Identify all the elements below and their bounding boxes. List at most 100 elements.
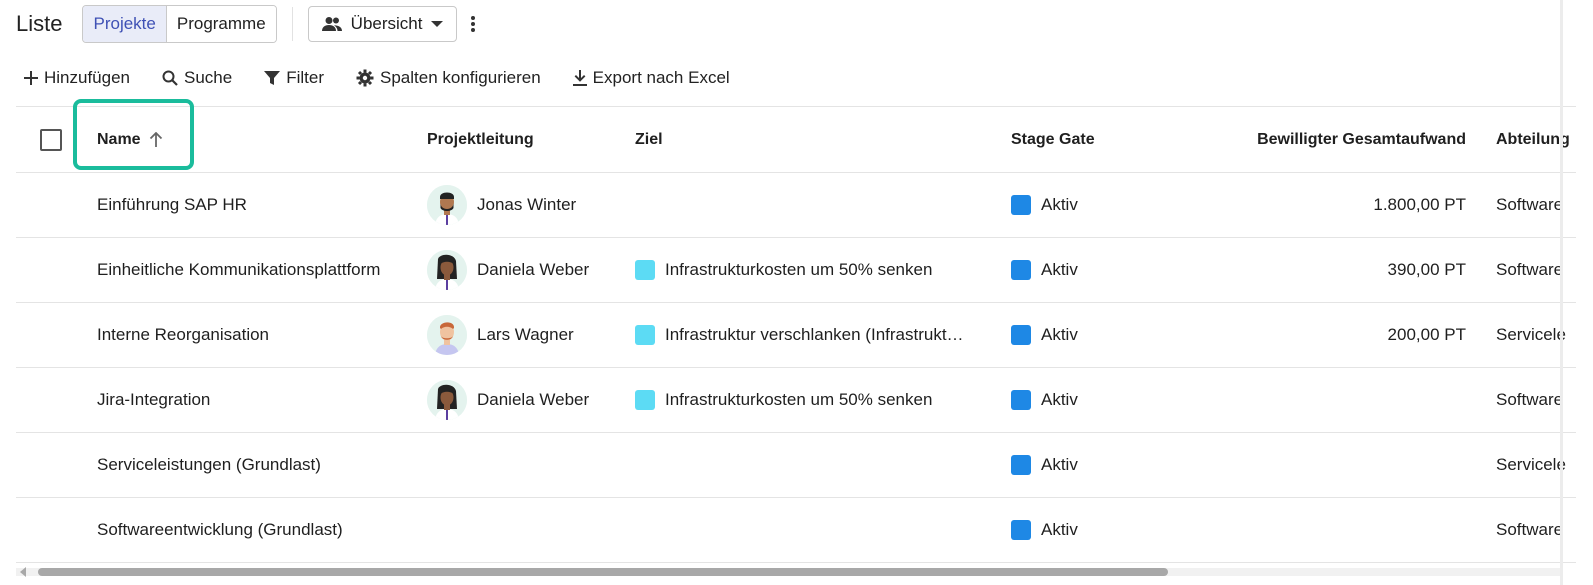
- cell-effort: [1216, 433, 1466, 497]
- page-title: Liste: [16, 10, 63, 36]
- cell-dept: Software: [1496, 260, 1564, 279]
- stage-status-swatch: [1011, 520, 1031, 540]
- cell-effort: 200,00 PT: [1387, 325, 1466, 344]
- view-select-label: Übersicht: [350, 13, 423, 33]
- cell-name[interactable]: Jira-Integration: [97, 368, 417, 432]
- more-vert-icon[interactable]: [469, 15, 477, 33]
- toggle-projects[interactable]: Projekte: [83, 5, 167, 42]
- cell-lead: [427, 498, 627, 562]
- cell-goal: [635, 433, 980, 497]
- avatar: [427, 380, 467, 420]
- cell-name[interactable]: Serviceleistungen (Grundlast): [97, 433, 417, 497]
- stage-status-swatch: [1011, 455, 1031, 475]
- cell-goal-text: Infrastrukturkosten um 50% senken: [665, 390, 933, 409]
- cell-effort: 390,00 PT: [1387, 260, 1466, 279]
- cell-dept: Software: [1496, 195, 1564, 214]
- cell-stage-text: Aktiv: [1041, 390, 1078, 409]
- cell-stage: Aktiv: [1011, 303, 1201, 367]
- table-row[interactable]: Einführung SAP HR Jonas Winter Aktiv 1.800,…: [16, 173, 1576, 238]
- cell-name[interactable]: Einheitliche Kommunikationsplattform: [97, 238, 417, 302]
- table-row[interactable]: Interne Reorganisation Lars Wagner Infrast…: [16, 303, 1576, 368]
- cell-lead-name: Jonas Winter: [477, 195, 577, 214]
- cell-stage-text: Aktiv: [1041, 520, 1078, 539]
- cell-name[interactable]: Softwareentwicklung (Grundlast): [97, 498, 417, 562]
- cell-stage: Aktiv: [1011, 173, 1201, 237]
- cell-stage-text: Aktiv: [1041, 260, 1078, 279]
- select-all-checkbox[interactable]: [40, 128, 62, 151]
- cell-lead: Daniela Weber: [427, 368, 627, 432]
- toolbar: Hinzufügen Suche Filter Spalten konfigur…: [24, 62, 762, 94]
- column-header-dept[interactable]: Abteilung: [1496, 107, 1576, 172]
- divider: [291, 6, 293, 41]
- cell-lead: Daniela Weber: [427, 238, 627, 302]
- scroll-left-icon[interactable]: [20, 567, 26, 577]
- chevron-down-icon: [430, 20, 444, 28]
- cell-effort: 1.800,00 PT: [1373, 195, 1466, 214]
- cell-dept: Software: [1496, 390, 1564, 409]
- cell-dept: Software: [1496, 520, 1564, 539]
- table-body: Einführung SAP HR Jonas Winter Aktiv 1.800,…: [16, 173, 1576, 563]
- plus-icon: [24, 71, 38, 85]
- table-header: Name Projektleitung Ziel Stage Gate Bewi…: [16, 106, 1576, 173]
- add-label: Hinzufügen: [44, 68, 131, 87]
- column-header-effort[interactable]: Bewilligter Gesamtaufwand: [1216, 107, 1466, 172]
- cell-name[interactable]: Interne Reorganisation: [97, 303, 417, 367]
- stage-status-swatch: [1011, 390, 1031, 410]
- column-header-goal[interactable]: Ziel: [635, 107, 980, 172]
- cell-lead: Jonas Winter: [427, 173, 627, 237]
- cell-goal-text: Infrastruktur verschlanken (Infrastrukt…: [665, 325, 964, 344]
- mode-toggle: Projekte Programme: [82, 4, 277, 43]
- cell-lead: [427, 433, 627, 497]
- toggle-programs[interactable]: Programme: [166, 5, 276, 42]
- scrollbar-thumb[interactable]: [38, 568, 1168, 576]
- configure-columns-label: Spalten konfigurieren: [380, 68, 541, 87]
- search-button[interactable]: Suche: [162, 68, 232, 88]
- cell-goal: Infrastruktur verschlanken (Infrastrukt…: [635, 303, 980, 367]
- filter-button[interactable]: Filter: [264, 68, 324, 88]
- cell-stage: Aktiv: [1011, 368, 1201, 432]
- table-row[interactable]: Softwareentwicklung (Grundlast) Aktiv Soft…: [16, 498, 1576, 563]
- cell-stage-text: Aktiv: [1041, 325, 1078, 344]
- table-row[interactable]: Jira-Integration Daniela Weber Infrastrukt…: [16, 368, 1576, 433]
- stage-status-swatch: [1011, 195, 1031, 215]
- configure-columns-button[interactable]: Spalten konfigurieren: [356, 68, 541, 88]
- cell-dept: Servicele: [1496, 455, 1566, 474]
- cell-stage-text: Aktiv: [1041, 455, 1078, 474]
- export-excel-button[interactable]: Export nach Excel: [572, 68, 730, 88]
- cell-goal-text: Infrastrukturkosten um 50% senken: [665, 260, 933, 279]
- cell-goal: Infrastrukturkosten um 50% senken: [635, 368, 980, 432]
- column-header-lead[interactable]: Projektleitung: [427, 107, 627, 172]
- people-icon: [321, 16, 343, 32]
- avatar: [427, 315, 467, 355]
- avatar: [427, 250, 467, 290]
- cell-stage: Aktiv: [1011, 238, 1201, 302]
- goal-color-swatch: [635, 260, 655, 280]
- add-button[interactable]: Hinzufügen: [24, 68, 130, 88]
- highlight-frame: [73, 99, 194, 170]
- stage-status-swatch: [1011, 325, 1031, 345]
- cell-effort: [1216, 368, 1466, 432]
- goal-color-swatch: [635, 325, 655, 345]
- select-all-cell: [40, 107, 70, 172]
- avatar: [427, 185, 467, 225]
- cell-stage: Aktiv: [1011, 498, 1201, 562]
- search-icon: [162, 70, 178, 86]
- horizontal-scrollbar[interactable]: [16, 566, 1561, 578]
- table-row[interactable]: Einheitliche Kommunikationsplattform Dani…: [16, 238, 1576, 303]
- cell-stage-text: Aktiv: [1041, 195, 1078, 214]
- vertical-scrollbar[interactable]: [1560, 0, 1563, 585]
- column-header-stage[interactable]: Stage Gate: [1011, 107, 1201, 172]
- cell-lead-name: Daniela Weber: [477, 390, 590, 409]
- cell-effort: [1216, 498, 1466, 562]
- table-row[interactable]: Serviceleistungen (Grundlast) Aktiv Servic…: [16, 433, 1576, 498]
- search-label: Suche: [184, 68, 233, 87]
- cell-lead-name: Daniela Weber: [477, 260, 590, 279]
- cell-goal: [635, 173, 980, 237]
- cell-name[interactable]: Einführung SAP HR: [97, 173, 417, 237]
- cell-lead-name: Lars Wagner: [477, 325, 574, 344]
- cell-lead: Lars Wagner: [427, 303, 627, 367]
- view-select-button[interactable]: Übersicht: [307, 5, 458, 42]
- gear-icon: [356, 69, 374, 87]
- header-bar: Liste Projekte Programme Übersicht: [16, 4, 477, 43]
- filter-label: Filter: [286, 68, 324, 87]
